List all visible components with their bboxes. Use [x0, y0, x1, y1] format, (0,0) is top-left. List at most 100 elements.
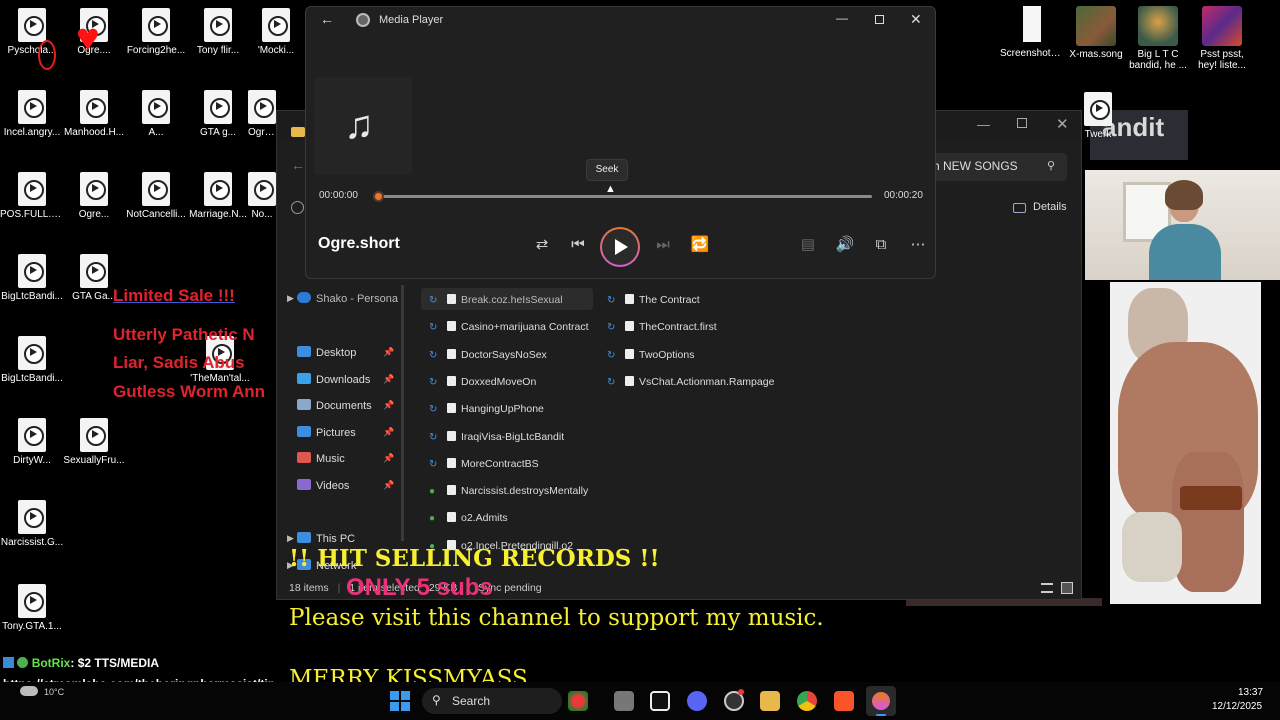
more-options-icon[interactable]: ⋯ — [905, 233, 931, 257]
file-row[interactable]: ↻ HangingUpPhone — [429, 403, 544, 415]
desktop-file-label: DirtyW... — [13, 455, 51, 466]
repeat-off-icon[interactable]: 🔁 — [687, 233, 713, 257]
file-row[interactable]: ● o2.Admits — [429, 512, 508, 524]
overlay-subs: ONLY 5 subs — [346, 574, 493, 601]
play-button[interactable] — [600, 227, 640, 267]
chrome-icon[interactable] — [797, 691, 817, 711]
desktop-file-icon[interactable]: DirtyW... — [0, 418, 64, 466]
task-view-icon[interactable] — [614, 691, 634, 711]
desktop-file-icon[interactable]: POS.FULL.N... — [0, 172, 64, 220]
desktop-file-icon[interactable]: Ogre.... ♥ — [62, 8, 126, 58]
start-button[interactable] — [390, 691, 410, 711]
desktop-file-icon[interactable]: 'Mocki... — [248, 8, 304, 56]
search-input[interactable]: h NEW SONGS — [933, 159, 1018, 173]
media-file-icon — [18, 172, 46, 206]
nav-label: Videos — [316, 480, 350, 492]
file-row[interactable]: ● Narcissist.destroysMentally — [429, 485, 588, 497]
promo-line: Limited Sale !!! — [113, 286, 235, 305]
taskbar-search[interactable]: ⚲ Search — [422, 688, 562, 714]
desktop-file-icon[interactable]: SexuallyFru... — [62, 418, 126, 466]
discord-icon[interactable] — [687, 691, 707, 711]
file-row[interactable]: ↻ TheContract.first — [607, 321, 717, 333]
nav-item-this-pc[interactable]: This PC — [297, 532, 355, 545]
desktop-file-icon[interactable]: Ogre... — [248, 90, 276, 138]
desktop-file-icon[interactable]: NotCancelli... — [124, 172, 188, 220]
file-row[interactable]: ↻ Casino+marijuana Contract — [429, 321, 589, 333]
maximize-icon[interactable] — [875, 15, 884, 24]
file-row[interactable]: ↻ TwoOptions — [607, 348, 695, 361]
file-row[interactable]: ↻ IraqiVisa-BigLtcBandit — [429, 430, 564, 443]
nav-item-downloads[interactable]: Downloads — [297, 373, 370, 386]
sync-pending-icon: ↻ — [429, 322, 438, 334]
seek-thumb[interactable] — [373, 191, 384, 202]
minimize-icon[interactable]: — — [836, 11, 848, 25]
tile-view-icon[interactable] — [1061, 582, 1073, 594]
media-file-icon — [248, 90, 276, 124]
maximize-icon[interactable] — [1017, 118, 1027, 128]
file-row[interactable]: ↻ Break.coz.heIsSexual — [429, 294, 563, 306]
flower-widget-icon[interactable] — [568, 691, 588, 711]
mini-player-icon[interactable]: ⧉ — [868, 233, 894, 257]
subtitles-icon[interactable]: ▤ — [795, 233, 821, 257]
file-row[interactable]: ↻ The Contract — [607, 294, 700, 306]
nav-item-pictures[interactable]: Pictures — [297, 426, 356, 439]
desktop-file-icon[interactable]: Incel.angry... — [0, 90, 64, 138]
search-icon[interactable]: ⚲ — [1047, 159, 1055, 172]
search-box[interactable]: h NEW SONGS ⚲ — [919, 153, 1067, 181]
character-image — [1110, 282, 1261, 604]
file-name: TwoOptions — [639, 348, 695, 361]
close-icon[interactable]: ✕ — [1056, 115, 1069, 133]
desktop-file-icon[interactable]: Forcing2he... — [124, 8, 188, 56]
desktop-file-icon[interactable]: Screenshot_... — [1000, 6, 1064, 59]
previous-icon[interactable]: ⏮ — [565, 233, 591, 257]
volume-icon[interactable]: 🔊 — [832, 233, 858, 257]
capcut-icon[interactable] — [650, 691, 670, 711]
nav-item-onedrive[interactable]: Shako - Persona — [297, 292, 398, 305]
desktop-file-icon[interactable]: Narcissist.G... — [0, 500, 64, 548]
desktop-file-icon[interactable]: Tony.GTA.1... — [0, 584, 64, 632]
list-view-icon[interactable] — [1041, 583, 1053, 593]
audio-file-icon — [447, 375, 456, 386]
desktop-file-icon[interactable]: Pyschola... — [0, 8, 64, 70]
next-icon[interactable]: ⏭ — [650, 233, 676, 257]
back-arrow-icon[interactable]: ← — [320, 11, 334, 27]
desktop-file-icon[interactable]: Tony flir... — [186, 8, 250, 56]
minimize-icon[interactable]: — — [977, 117, 990, 132]
file-row[interactable]: ↻ DoctorSaysNoSex — [429, 348, 547, 361]
nav-item-music[interactable]: Music — [297, 452, 345, 465]
desktop-file-icon[interactable]: Big L T C bandid, he ... — [1126, 6, 1190, 71]
close-icon[interactable]: ✕ — [910, 11, 922, 28]
desktop-file-icon[interactable]: A... — [124, 90, 188, 138]
desktop-file-icon[interactable]: BigLtcBandi... — [0, 336, 64, 384]
seek-bar[interactable] — [373, 191, 872, 202]
nav-item-desktop[interactable]: Desktop — [297, 346, 356, 359]
media-player-taskbar-button[interactable] — [866, 686, 896, 716]
new-icon[interactable] — [291, 201, 304, 214]
brave-icon[interactable] — [834, 691, 854, 711]
nav-item-documents[interactable]: Documents — [297, 399, 372, 412]
desktop-file-icon[interactable]: Ogre... — [62, 172, 126, 220]
nav-item-videos[interactable]: Videos — [297, 479, 349, 492]
desktop-file-icon[interactable]: X-mas.song — [1064, 6, 1128, 60]
play-button-inner — [602, 229, 638, 265]
desktop-file-icon[interactable]: No... — [248, 172, 276, 220]
file-explorer-icon[interactable] — [760, 691, 780, 711]
expand-chevron-icon[interactable]: ▶ — [287, 533, 294, 544]
media-file-icon — [142, 90, 170, 124]
desktop-file-icon[interactable]: GTA g... — [186, 90, 250, 138]
duration-time: 00:00:20 — [884, 190, 923, 201]
back-arrow-icon[interactable]: ← — [291, 157, 305, 173]
expand-chevron-icon[interactable]: ▶ — [287, 293, 294, 304]
file-row[interactable]: ↻ VsChat.Actionman.Rampage — [607, 375, 774, 388]
file-row[interactable]: ↻ MoreContractBS — [429, 457, 539, 470]
desktop-file-icon[interactable]: Manhood.H... — [62, 90, 126, 138]
desktop-file-icon[interactable]: Marriage.N... — [186, 172, 250, 220]
shuffle-icon[interactable]: ⇄ — [529, 233, 555, 257]
details-button[interactable]: Details — [1033, 201, 1067, 213]
desktop-file-icon[interactable]: BigLtcBandi... — [0, 254, 64, 302]
desktop-file-icon[interactable]: Psst psst, hey! liste... — [1190, 6, 1254, 71]
album-art-icon — [1138, 6, 1178, 46]
file-row[interactable]: ↻ DoxxedMoveOn — [429, 375, 536, 388]
audio-file-icon — [625, 375, 634, 386]
promo-line: Liar, Sadis Abus — [113, 353, 245, 372]
